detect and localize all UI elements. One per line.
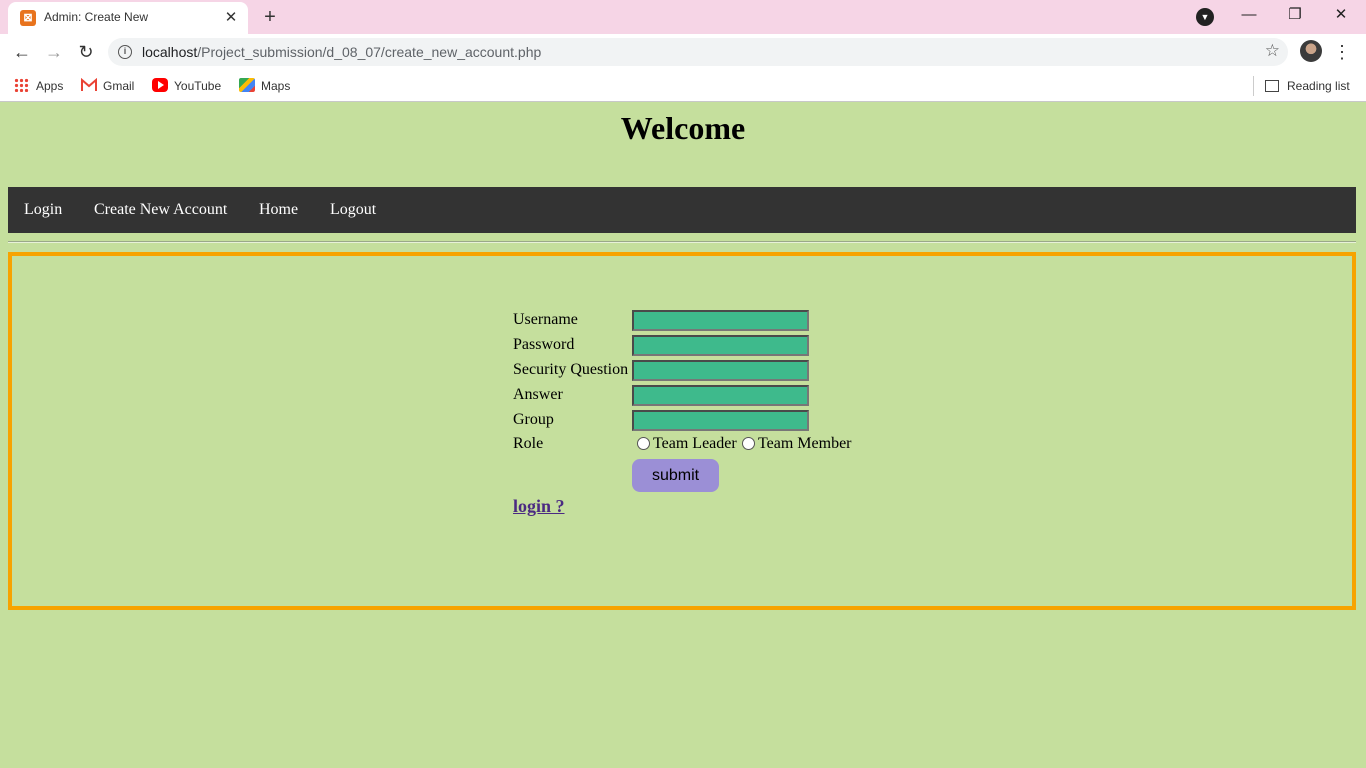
reload-icon[interactable]: ↻ — [72, 38, 100, 66]
login-link[interactable]: login ? — [513, 496, 565, 517]
restore-icon[interactable]: ❐ — [1272, 0, 1318, 32]
group-input[interactable] — [632, 410, 809, 431]
team-leader-radio[interactable] — [637, 437, 650, 450]
forward-icon[interactable]: → — [40, 38, 68, 66]
url-text[interactable]: localhost/Project_submission/d_08_07/cre… — [142, 44, 541, 60]
bookmark-maps[interactable]: Maps — [239, 76, 290, 96]
team-member-label: Team Member — [758, 435, 852, 452]
youtube-icon — [152, 78, 168, 92]
site-info-icon[interactable]: i — [118, 45, 132, 59]
bookmark-label: Apps — [36, 79, 64, 93]
minimize-icon[interactable]: — — [1226, 0, 1272, 32]
bookmark-star-icon[interactable]: ☆ — [1265, 41, 1280, 61]
bookmark-label: Gmail — [103, 79, 135, 93]
answer-input[interactable] — [632, 385, 809, 406]
username-input[interactable] — [632, 310, 809, 331]
reading-list-icon — [1265, 80, 1279, 92]
bookmark-label: YouTube — [174, 79, 222, 93]
url-path: /Project_submission/d_08_07/create_new_a… — [197, 44, 542, 60]
reading-list-button[interactable]: Reading list — [1265, 76, 1350, 96]
close-window-icon[interactable]: ✕ — [1318, 0, 1364, 32]
submit-button[interactable]: submit — [632, 459, 719, 492]
url-host: localhost — [142, 44, 198, 60]
gmail-icon — [81, 77, 97, 92]
create-account-panel — [8, 252, 1356, 610]
security-question-input[interactable] — [632, 360, 809, 381]
new-tab-icon[interactable]: + — [258, 5, 282, 29]
security-question-label: Security Question — [513, 361, 629, 378]
username-label: Username — [513, 311, 578, 328]
site-navbar: Login Create New Account Home Logout — [8, 187, 1356, 233]
tab-search-icon[interactable]: ▼ — [1196, 8, 1214, 26]
nav-logout-link[interactable]: Logout — [330, 187, 376, 233]
apps-icon — [14, 78, 30, 92]
role-label: Role — [513, 435, 544, 452]
close-tab-icon[interactable]: ✕ — [222, 9, 240, 27]
answer-label: Answer — [513, 386, 563, 403]
bookmark-label: Maps — [261, 79, 291, 93]
horizontal-rule — [8, 241, 1356, 243]
team-leader-label: Team Leader — [653, 435, 737, 452]
browser-toolbar: ← → ↻ i localhost/Project_submission/d_0… — [0, 34, 1366, 70]
bookmark-gmail[interactable]: Gmail — [81, 76, 134, 96]
bookmark-youtube[interactable]: YouTube — [152, 76, 221, 96]
nav-create-account-link[interactable]: Create New Account — [94, 187, 227, 233]
nav-home-link[interactable]: Home — [259, 187, 298, 233]
password-label: Password — [513, 336, 575, 353]
page-title: Welcome — [620, 110, 746, 146]
tab-strip: ⊠ Admin: Create New ✕ + ▼ — ❐ ✕ — [0, 0, 1366, 34]
bookmarks-bar: Apps Gmail YouTube Maps Reading list — [0, 70, 1366, 102]
browser-menu-icon[interactable]: ⋮ — [1332, 38, 1352, 66]
bookmark-apps[interactable]: Apps — [14, 76, 63, 96]
xampp-favicon-icon: ⊠ — [20, 10, 36, 26]
profile-avatar[interactable] — [1300, 40, 1322, 62]
group-label: Group — [513, 411, 554, 428]
reading-list-label: Reading list — [1287, 79, 1350, 93]
password-input[interactable] — [632, 335, 809, 356]
tab-title: Admin: Create New — [44, 10, 149, 24]
nav-login-link[interactable]: Login — [24, 187, 62, 233]
team-member-radio[interactable] — [742, 437, 755, 450]
browser-tab[interactable]: ⊠ Admin: Create New ✕ — [8, 2, 248, 34]
bookmarks-divider — [1253, 76, 1254, 96]
address-bar[interactable]: i localhost/Project_submission/d_08_07/c… — [108, 38, 1288, 66]
back-icon[interactable]: ← — [8, 38, 36, 66]
maps-icon — [239, 78, 255, 92]
